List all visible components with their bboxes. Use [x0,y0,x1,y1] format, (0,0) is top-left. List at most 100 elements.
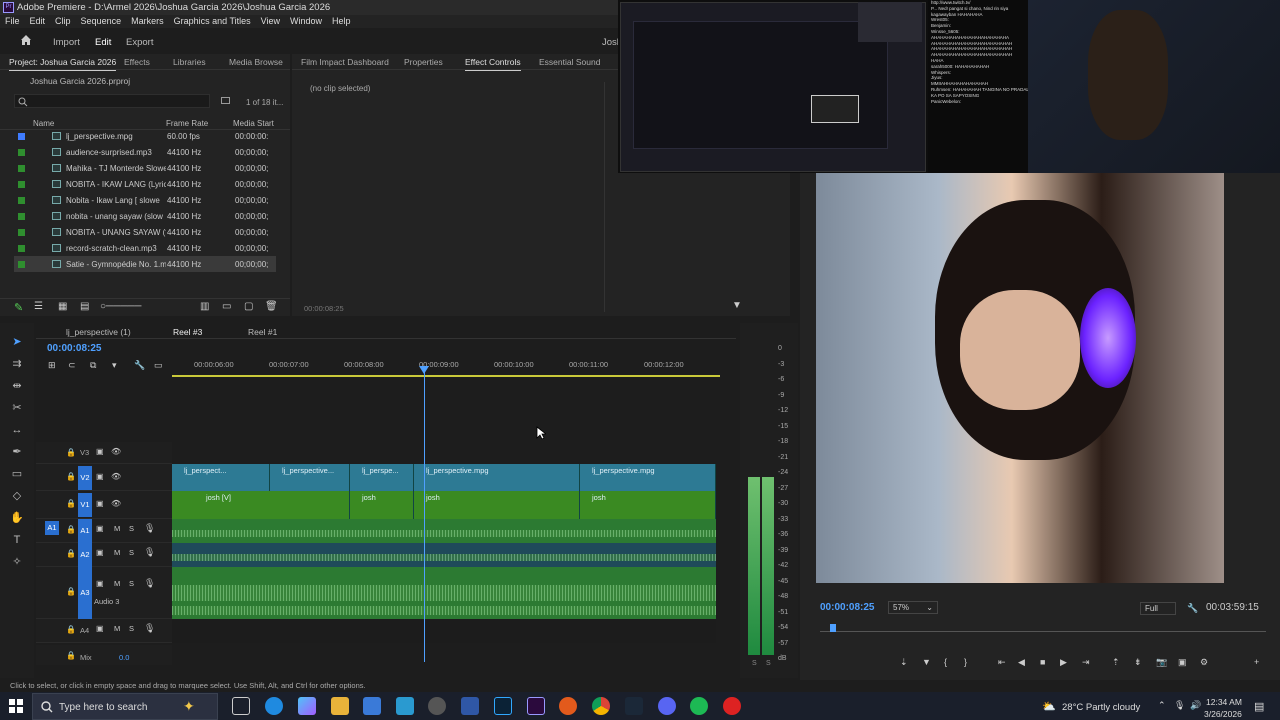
shape-icon[interactable]: ◇ [10,489,24,503]
tab-libraries[interactable]: Libraries [173,57,206,67]
lock-icon[interactable]: 🔒 [66,472,76,481]
col-name[interactable]: Name [33,119,54,128]
label-color-swatch[interactable] [18,133,25,140]
solo-button[interactable]: S [129,579,134,588]
menu-markers[interactable]: Markers [126,15,169,28]
project-item[interactable]: lj_perspective.mpg 60.00 fps 00:00:00: [14,128,276,144]
compare-icon[interactable]: ▣ [1178,657,1187,668]
track-a3[interactable] [172,567,716,619]
track-target-a3[interactable]: A3 [78,567,92,619]
linked-icon[interactable]: ⧉ [90,360,96,371]
wrench-icon[interactable]: 🔧 [1187,603,1198,614]
search-input[interactable] [14,94,210,108]
solo-button[interactable]: S [129,548,134,557]
settings-icon[interactable]: ⚙ [1200,657,1208,668]
project-item[interactable]: NOBITA - UNANG SAYAW (f 44100 Hz 00;00;00; [14,224,276,240]
sync-icon[interactable]: ▣ [96,524,104,533]
tab-media-browser[interactable]: Media Browse [229,57,283,67]
program-playhead[interactable] [830,624,836,632]
copilot-icon[interactable] [298,697,316,715]
chrome-icon[interactable] [592,697,610,715]
track-v1[interactable]: josh [V] josh josh josh [172,491,716,519]
insert-icon[interactable]: ⇣ [900,657,908,668]
steam-icon[interactable] [625,697,643,715]
project-item[interactable]: audience-surprised.mp3 44100 Hz 00;00;00; [14,144,276,160]
snap-icon[interactable]: ⊂ [68,360,76,371]
clip-v1[interactable]: josh [414,491,580,519]
sync-icon[interactable]: ▣ [96,579,104,588]
track-target-v1[interactable]: V1 [78,493,92,517]
lock-icon[interactable]: 🔒 [66,525,76,534]
tab-effects[interactable]: Effects [124,57,150,67]
project-item[interactable]: Satie - Gymnopédie No. 1.m 44100 Hz 00;00;… [14,256,276,272]
solo-right[interactable]: S [766,660,771,667]
resolution-select[interactable]: Full [1140,602,1176,615]
project-item[interactable]: Mahika - TJ Monterde Slowe 44100 Hz 00;00;… [14,160,276,176]
tab-project[interactable]: Project: Joshua Garcia 2026 [9,57,117,71]
track-v2[interactable]: lj_perspect... lj_perspective... lj_pers… [172,464,716,491]
mic-icon[interactable]: 🎙 [144,623,155,634]
program-timecode[interactable]: 00:00:08:25 [820,602,874,613]
col-media-start[interactable]: Media Start [233,119,274,128]
label-color-swatch[interactable] [18,197,25,204]
notification-icon[interactable]: ▤ [1254,700,1264,713]
eye-icon[interactable]: 👁 [111,447,121,456]
mark-in-icon[interactable]: { [944,657,947,667]
mix-value[interactable]: 0.0 [119,653,129,662]
clip-v1[interactable]: josh [V] [172,491,350,519]
lock-icon[interactable]: 🔒 [66,448,76,457]
tab-effect-controls[interactable]: Effect Controls [465,57,521,71]
solo-left[interactable]: S [752,660,757,667]
tab-export[interactable]: Export [126,37,153,48]
clock-date[interactable]: 3/26/2026 [1204,709,1242,719]
audio-clip[interactable] [172,543,716,567]
project-item[interactable]: NOBITA - IKAW LANG (Lyrics 44100 Hz 00;00;… [14,176,276,192]
mute-button[interactable]: M [114,524,120,533]
sync-icon[interactable]: ▣ [96,472,104,481]
label-color-swatch[interactable] [18,229,25,236]
weather-icon[interactable]: ⛅ [1042,700,1056,713]
taskbar-search[interactable]: Type here to search ✦ [32,693,218,720]
time-ruler[interactable]: 00:00:06:00 00:00:07:00 00:00:08:00 00:0… [172,356,720,376]
edge-icon[interactable] [265,697,283,715]
tab-edit[interactable]: Edit [95,37,111,48]
sync-icon[interactable]: ▣ [96,499,104,508]
sync-icon[interactable]: ▣ [96,447,104,456]
add-button-icon[interactable]: + [1254,657,1259,667]
filter-icon[interactable]: ▼ [732,300,742,311]
stop-icon[interactable]: ■ [1040,657,1045,667]
menu-window[interactable]: Window [285,15,327,28]
mic-icon[interactable]: 🎙 [144,578,155,589]
ripple-edit-icon[interactable]: ⇹ [10,379,24,393]
go-to-in-icon[interactable]: ⇤ [998,657,1006,668]
camera-icon[interactable]: 📷 [1156,657,1167,668]
solo-button[interactable]: S [129,524,134,533]
menu-sequence[interactable]: Sequence [76,15,127,28]
windows-start-icon[interactable] [9,699,23,713]
obs-icon[interactable] [723,697,741,715]
program-scrub-bar[interactable] [820,624,1266,632]
wrench-icon[interactable]: 🔧 [134,360,145,371]
bin-icon[interactable] [221,97,230,104]
source-patch-a1[interactable]: A1 [45,521,59,535]
blender-icon[interactable] [559,697,577,715]
effect-timecode[interactable]: 00:00:08:25 [304,304,344,313]
zoom-select[interactable]: 57% ⌄ [888,601,938,614]
weather-text[interactable]: 28°C Partly cloudy [1062,702,1140,713]
label-color-swatch[interactable] [18,261,25,268]
track-target-v2[interactable]: V2 [78,466,92,490]
hand-icon[interactable]: ✋ [10,511,24,525]
premiere-icon[interactable] [527,697,545,715]
menu-edit[interactable]: Edit [25,15,51,28]
zoom-slider[interactable]: ○───── [100,301,141,312]
track-target-a2[interactable]: A2 [78,543,92,567]
app-icon[interactable] [428,697,446,715]
solo-button[interactable]: S [129,624,134,633]
label-color-swatch[interactable] [18,165,25,172]
tab-film-impact[interactable]: Film Impact Dashboard [301,57,389,67]
slip-icon[interactable]: ↔ [10,423,24,437]
lock-icon[interactable]: 🔒 [66,625,76,634]
mute-button[interactable]: M [114,624,120,633]
audio-clip[interactable] [172,567,716,619]
playhead[interactable] [424,366,425,662]
